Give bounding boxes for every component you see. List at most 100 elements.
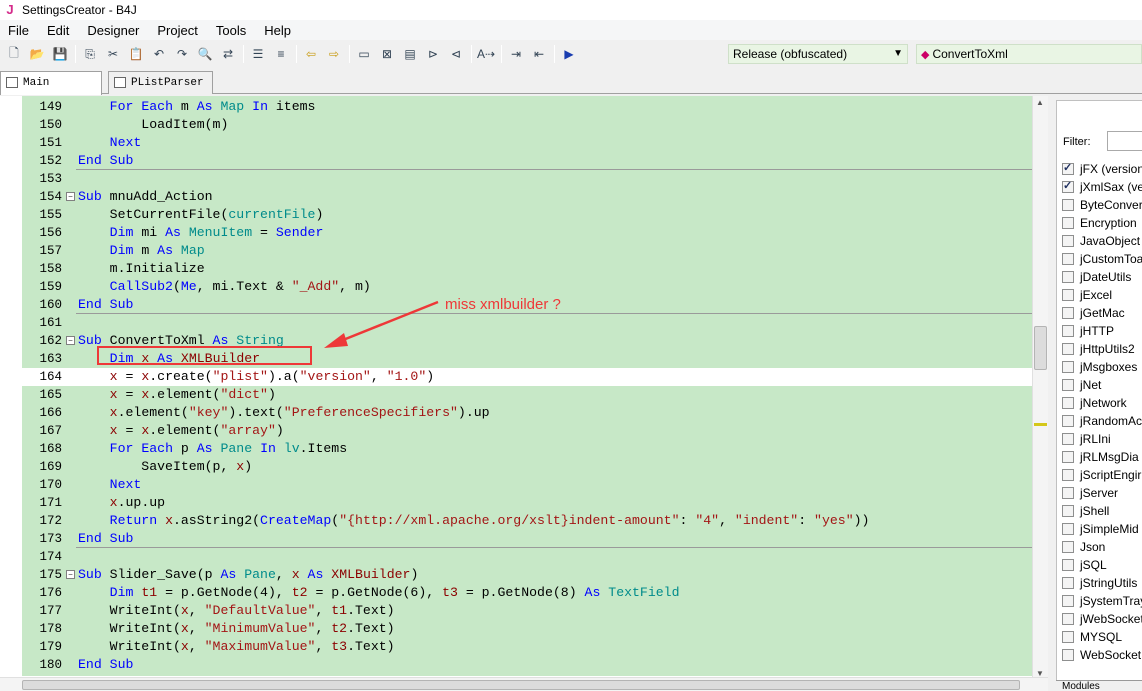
library-checkbox[interactable]: [1062, 631, 1074, 643]
library-checkbox[interactable]: [1062, 379, 1074, 391]
block-outdent-icon[interactable]: ⇤: [530, 45, 548, 63]
library-checkbox[interactable]: [1062, 253, 1074, 265]
menu-edit[interactable]: Edit: [38, 23, 78, 38]
code-text[interactable]: m.Initialize: [78, 260, 205, 278]
code-text[interactable]: End Sub: [78, 656, 133, 674]
library-item[interactable]: jServer: [1062, 484, 1118, 502]
library-checkbox[interactable]: [1062, 433, 1074, 445]
redo-icon[interactable]: ↷: [173, 45, 191, 63]
code-line[interactable]: 169 SaveItem(p, x): [0, 458, 1032, 476]
vertical-scrollbar[interactable]: ▲ ▼: [1032, 96, 1048, 680]
code-line[interactable]: 158 m.Initialize: [0, 260, 1032, 278]
library-checkbox[interactable]: [1062, 271, 1074, 283]
library-item[interactable]: jHttpUtils2: [1062, 340, 1135, 358]
outdent-icon[interactable]: ≡: [272, 45, 290, 63]
library-item[interactable]: jExcel: [1062, 286, 1112, 304]
code-line[interactable]: 178 WriteInt(x, "MinimumValue", t2.Text): [0, 620, 1032, 638]
library-checkbox[interactable]: [1062, 289, 1074, 301]
autoformat-icon[interactable]: A⇢: [477, 45, 495, 63]
library-item[interactable]: jNet: [1062, 376, 1101, 394]
code-line[interactable]: 166 x.element("key").text("PreferenceSpe…: [0, 404, 1032, 422]
library-item[interactable]: jSystemTray: [1062, 592, 1142, 610]
code-line[interactable]: 150 LoadItem(m): [0, 116, 1032, 134]
code-text[interactable]: x.element("key").text("PreferenceSpecifi…: [78, 404, 490, 422]
code-text[interactable]: For Each p As Pane In lv.Items: [78, 440, 347, 458]
filter-input[interactable]: [1107, 131, 1142, 151]
code-line[interactable]: 159 CallSub2(Me, mi.Text & "_Add", m): [0, 278, 1032, 296]
library-item[interactable]: jSimpleMid: [1062, 520, 1139, 538]
copy-icon[interactable]: ⎘: [81, 45, 99, 63]
scroll-up-icon[interactable]: ▲: [1036, 98, 1044, 107]
find-replace-icon[interactable]: ⇄: [219, 45, 237, 63]
library-checkbox[interactable]: [1062, 307, 1074, 319]
library-checkbox[interactable]: [1062, 161, 1074, 175]
code-text[interactable]: WriteInt(x, "MaximumValue", t3.Text): [78, 638, 395, 656]
code-text[interactable]: x = x.element("array"): [78, 422, 284, 440]
new-file-icon[interactable]: 🗋: [5, 45, 23, 63]
library-checkbox[interactable]: [1062, 415, 1074, 427]
code-line[interactable]: 170 Next: [0, 476, 1032, 494]
menu-designer[interactable]: Designer: [78, 23, 148, 38]
code-line[interactable]: 179 WriteInt(x, "MaximumValue", t3.Text): [0, 638, 1032, 656]
library-item[interactable]: jRLMsgDia: [1062, 448, 1139, 466]
library-item[interactable]: jShell: [1062, 502, 1109, 520]
code-line[interactable]: 174: [0, 548, 1032, 566]
code-text[interactable]: For Each m As Map In items: [78, 98, 316, 116]
library-checkbox[interactable]: [1062, 343, 1074, 355]
library-checkbox[interactable]: [1062, 199, 1074, 211]
library-item[interactable]: WebSocket: [1062, 646, 1141, 664]
code-line[interactable]: 156 Dim mi As MenuItem = Sender: [0, 224, 1032, 242]
code-line[interactable]: 171 x.up.up: [0, 494, 1032, 512]
library-checkbox[interactable]: [1062, 397, 1074, 409]
library-item[interactable]: jFX (version: [1062, 160, 1142, 178]
code-line[interactable]: 164 x = x.create("plist").a("version", "…: [0, 368, 1032, 386]
code-line[interactable]: 172 Return x.asString2(CreateMap("{http:…: [0, 512, 1032, 530]
library-item[interactable]: jWebSocket: [1062, 610, 1142, 628]
code-text[interactable]: Dim m As Map: [78, 242, 205, 260]
code-text[interactable]: Sub mnuAdd_Action: [78, 188, 213, 206]
library-checkbox[interactable]: [1062, 595, 1074, 607]
library-item[interactable]: jHTTP: [1062, 322, 1114, 340]
library-checkbox[interactable]: [1062, 451, 1074, 463]
code-line[interactable]: 165 x = x.element("dict"): [0, 386, 1032, 404]
code-text[interactable]: WriteInt(x, "MinimumValue", t2.Text): [78, 620, 395, 638]
library-checkbox[interactable]: [1062, 505, 1074, 517]
fold-toggle-icon[interactable]: −: [66, 192, 75, 201]
menu-project[interactable]: Project: [148, 23, 206, 38]
library-item[interactable]: jMsgboxes: [1062, 358, 1137, 376]
cut-icon[interactable]: ✂: [104, 45, 122, 63]
horizontal-scrollbar[interactable]: [0, 677, 1048, 691]
menu-help[interactable]: Help: [255, 23, 300, 38]
code-text[interactable]: Return x.asString2(CreateMap("{http://xm…: [78, 512, 870, 530]
scroll-thumb[interactable]: [1034, 326, 1047, 370]
library-checkbox[interactable]: [1062, 487, 1074, 499]
code-line[interactable]: 152 End Sub: [0, 152, 1032, 170]
indent-icon[interactable]: ☰: [249, 45, 267, 63]
code-text[interactable]: WriteInt(x, "DefaultValue", t1.Text): [78, 602, 395, 620]
code-line[interactable]: 176 Dim t1 = p.GetNode(4), t2 = p.GetNod…: [0, 584, 1032, 602]
library-item[interactable]: JavaObject: [1062, 232, 1140, 250]
code-line[interactable]: 161: [0, 314, 1032, 332]
block-indent-icon[interactable]: ⇥: [507, 45, 525, 63]
undo-icon[interactable]: ↶: [150, 45, 168, 63]
fold-toggle-icon[interactable]: −: [66, 336, 75, 345]
library-checkbox[interactable]: [1062, 217, 1074, 229]
code-text[interactable]: x = x.create("plist").a("version", "1.0"…: [78, 368, 435, 386]
library-item[interactable]: jSQL: [1062, 556, 1107, 574]
code-text[interactable]: Dim t1 = p.GetNode(4), t2 = p.GetNode(6)…: [78, 584, 680, 602]
code-text[interactable]: x = x.element("dict"): [78, 386, 276, 404]
library-item[interactable]: MYSQL: [1062, 628, 1122, 646]
code-text[interactable]: End Sub: [78, 296, 133, 314]
library-checkbox[interactable]: [1062, 523, 1074, 535]
library-checkbox[interactable]: [1062, 577, 1074, 589]
library-item[interactable]: jRandomAc: [1062, 412, 1142, 430]
build-config-select[interactable]: Release (obfuscated) ▼: [728, 44, 908, 64]
bookmark-icon[interactable]: ▤: [401, 45, 419, 63]
code-text[interactable]: Next: [78, 476, 142, 494]
code-text[interactable]: CallSub2(Me, mi.Text & "_Add", m): [78, 278, 371, 296]
tab-main[interactable]: Main: [0, 71, 102, 95]
nav-forward-icon[interactable]: ⇨: [325, 45, 343, 63]
library-item[interactable]: Encryption: [1062, 214, 1137, 232]
library-item[interactable]: jRLIni: [1062, 430, 1111, 448]
code-line[interactable]: 153: [0, 170, 1032, 188]
